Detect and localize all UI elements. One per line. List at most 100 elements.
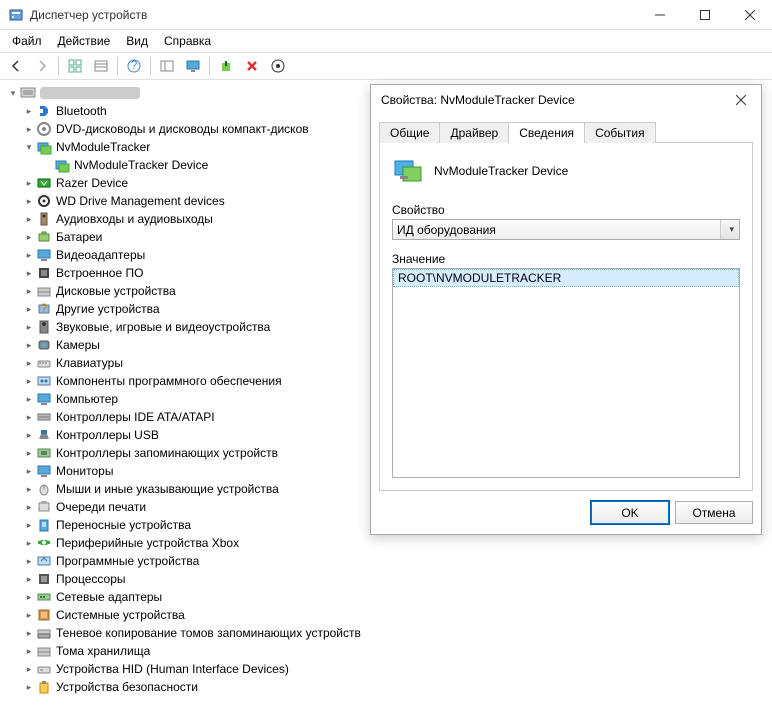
expand-icon[interactable]: ▸ (22, 464, 36, 478)
category-icon (36, 247, 52, 263)
tree-item[interactable]: ▸Устройства безопасности (4, 678, 772, 696)
tree-item[interactable]: ▸Программные устройства (4, 552, 772, 570)
expand-icon[interactable]: ▸ (22, 194, 36, 208)
tree-item-label: Аудиовходы и аудиовыходы (56, 210, 213, 228)
tree-item-label: Звуковые, игровые и видеоустройства (56, 318, 270, 336)
expand-icon[interactable]: ▸ (22, 176, 36, 190)
tab-events[interactable]: События (584, 122, 656, 143)
expand-icon[interactable]: ▸ (22, 266, 36, 280)
property-dropdown-value: ИД оборудования (397, 223, 496, 237)
category-icon (36, 283, 52, 299)
expand-icon[interactable]: ▸ (22, 644, 36, 658)
chevron-down-icon: ▾ (729, 224, 734, 235)
tree-item[interactable]: ▸Процессоры (4, 570, 772, 588)
svg-text:?: ? (131, 59, 138, 72)
toolbar-enable-icon[interactable] (214, 54, 238, 78)
toolbar-details-icon[interactable] (155, 54, 179, 78)
expand-icon[interactable]: ▸ (22, 518, 36, 532)
tab-details[interactable]: Сведения (508, 122, 585, 143)
expand-icon[interactable]: ▸ (22, 284, 36, 298)
tree-item[interactable]: ▸Тома хранилища (4, 642, 772, 660)
toolbar-scan-icon[interactable] (266, 54, 290, 78)
expand-icon[interactable]: ▸ (22, 536, 36, 550)
expand-icon[interactable]: ▸ (22, 680, 36, 694)
toolbar-uninstall-icon[interactable] (240, 54, 264, 78)
tree-item[interactable]: ▸ Теневое копирование томов запоминающих … (4, 624, 772, 642)
expand-icon[interactable]: ▸ (22, 446, 36, 460)
tree-item[interactable]: ▸Системные устройства (4, 606, 772, 624)
forward-button[interactable] (30, 54, 54, 78)
cancel-button[interactable]: Отмена (675, 501, 753, 524)
expand-icon[interactable]: ▸ (22, 572, 36, 586)
maximize-button[interactable] (682, 0, 727, 30)
expand-icon[interactable]: ▸ (22, 230, 36, 244)
window-title: Диспетчер устройств (30, 8, 637, 22)
toolbar-help-icon[interactable]: ? (122, 54, 146, 78)
expand-icon[interactable]: ▸ (22, 554, 36, 568)
tree-item-label: NvModuleTracker (56, 138, 150, 156)
toolbar-grid-icon[interactable] (63, 54, 87, 78)
value-item[interactable]: ROOT\NVMODULETRACKER (393, 269, 739, 287)
value-listbox[interactable]: ROOT\NVMODULETRACKER (392, 268, 740, 478)
tree-item[interactable]: ▸Сетевые адаптеры (4, 588, 772, 606)
tree-item-label: Клавиатуры (56, 354, 123, 372)
dialog-titlebar[interactable]: Свойства: NvModuleTracker Device (371, 85, 761, 115)
menu-file[interactable]: Файл (4, 32, 50, 50)
tree-item[interactable]: ▸Периферийные устройства Xbox (4, 534, 772, 552)
device-name: NvModuleTracker Device (434, 164, 568, 178)
expand-icon[interactable]: ▸ (22, 356, 36, 370)
close-button[interactable] (727, 0, 772, 30)
dialog-close-button[interactable] (727, 89, 755, 111)
tree-item-label: Компьютер (56, 390, 118, 408)
expand-icon[interactable]: ▸ (22, 248, 36, 262)
expand-icon[interactable]: ▸ (22, 338, 36, 352)
tab-general[interactable]: Общие (379, 122, 440, 143)
menu-help[interactable]: Справка (156, 32, 219, 50)
menu-action[interactable]: Действие (50, 32, 119, 50)
expand-icon[interactable]: ▾ (6, 86, 20, 100)
expand-icon[interactable]: ▸ (22, 104, 36, 118)
expand-icon[interactable]: ▸ (22, 500, 36, 514)
tree-item-label: Контроллеры запоминающих устройств (56, 444, 278, 462)
expand-icon[interactable]: ▸ (22, 302, 36, 316)
expand-icon[interactable]: ▸ (22, 410, 36, 424)
toolbar-list-icon[interactable] (89, 54, 113, 78)
expand-icon[interactable]: ▾ (22, 140, 36, 154)
toolbar: ? (0, 52, 772, 80)
tree-item-label: Дисковые устройства (56, 282, 176, 300)
expand-icon[interactable]: ▸ (22, 608, 36, 622)
category-icon (36, 463, 52, 479)
category-icon (36, 409, 52, 425)
minimize-button[interactable] (637, 0, 682, 30)
category-icon (36, 535, 52, 551)
menu-view[interactable]: Вид (118, 32, 156, 50)
expand-icon[interactable]: ▸ (22, 590, 36, 604)
tree-item-label: WD Drive Management devices (56, 192, 225, 210)
category-icon (36, 589, 52, 605)
expand-icon[interactable]: ▸ (22, 626, 36, 640)
expand-icon[interactable]: ▸ (22, 320, 36, 334)
expand-icon[interactable]: ▸ (22, 428, 36, 442)
tree-item[interactable]: ▸Устройства HID (Human Interface Devices… (4, 660, 772, 678)
property-dropdown[interactable]: ИД оборудования ▾ (392, 219, 740, 240)
category-icon (36, 319, 52, 335)
category-icon (36, 265, 52, 281)
tree-item-label: Теневое копирование томов запоминающих у… (56, 624, 361, 642)
tab-driver[interactable]: Драйвер (439, 122, 509, 143)
expand-icon[interactable]: ▸ (22, 392, 36, 406)
category-icon (36, 427, 52, 443)
toolbar-monitor-icon[interactable] (181, 54, 205, 78)
expand-icon[interactable]: ▸ (22, 482, 36, 496)
ok-button[interactable]: OK (591, 501, 669, 524)
category-icon (36, 625, 52, 641)
device-icon (392, 155, 424, 187)
category-icon (36, 607, 52, 623)
computer-icon (20, 85, 36, 101)
tab-body: NvModuleTracker Device Свойство ИД обору… (379, 142, 753, 491)
expand-icon[interactable]: ▸ (22, 374, 36, 388)
tree-item-label: Батареи (56, 228, 102, 246)
expand-icon[interactable]: ▸ (22, 662, 36, 676)
expand-icon[interactable]: ▸ (22, 122, 36, 136)
expand-icon[interactable]: ▸ (22, 212, 36, 226)
back-button[interactable] (4, 54, 28, 78)
